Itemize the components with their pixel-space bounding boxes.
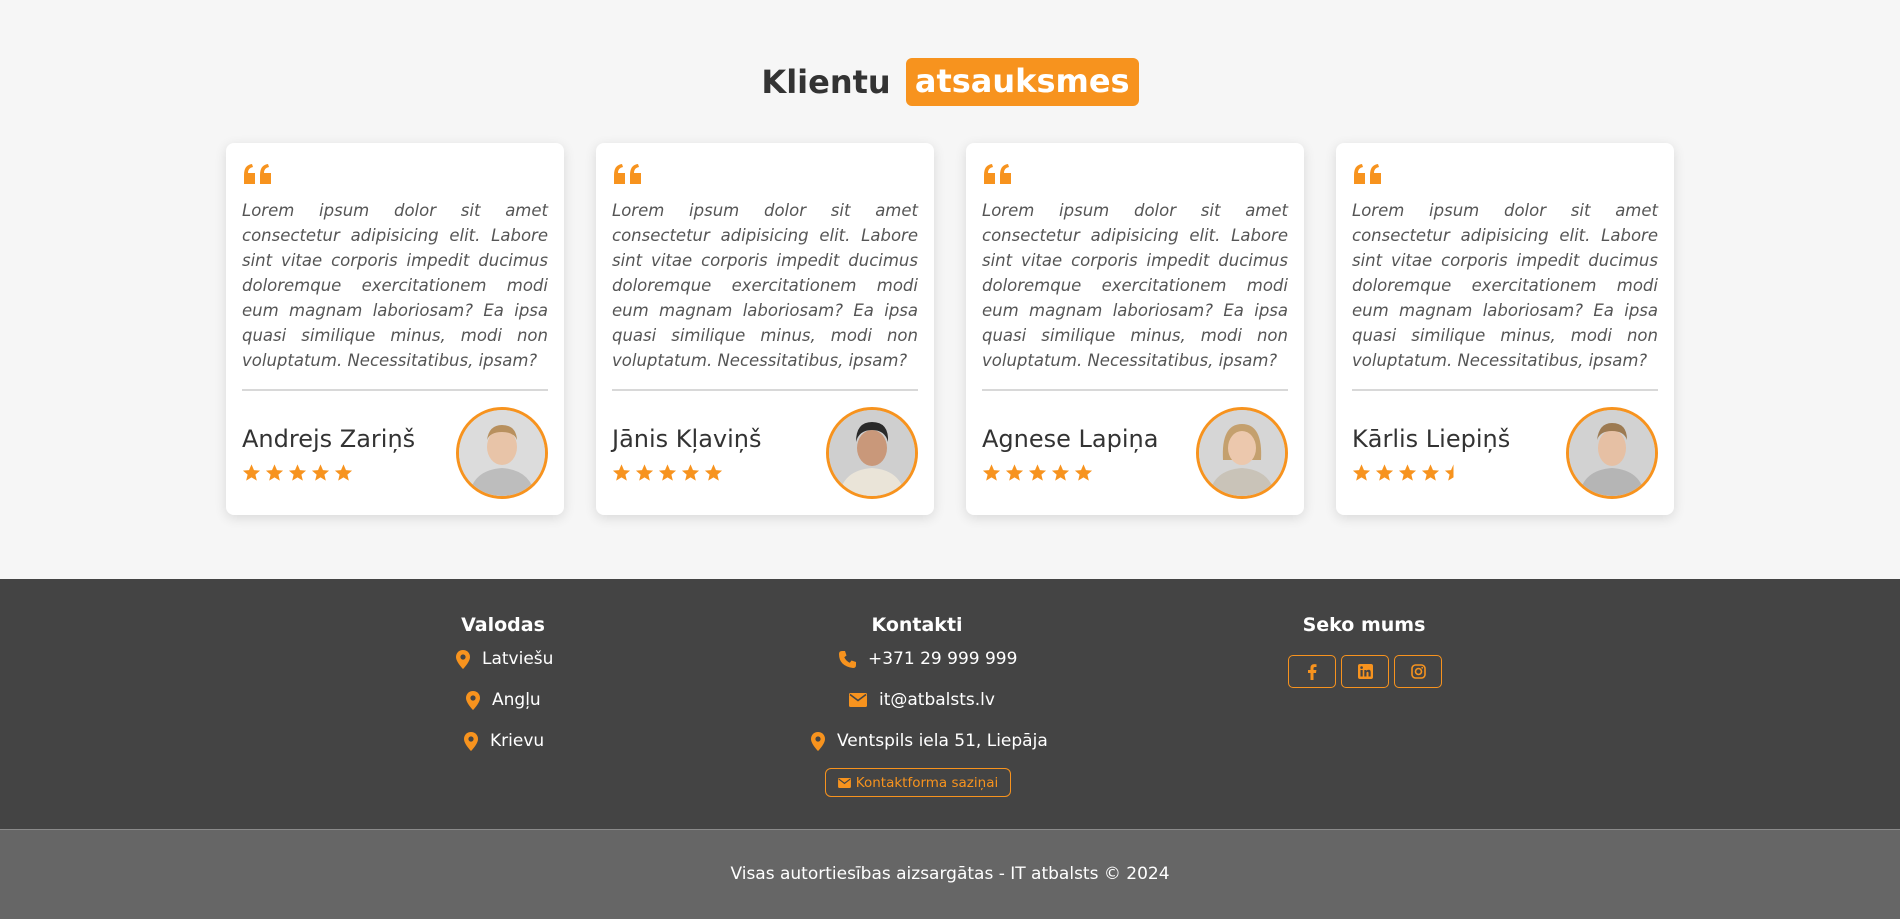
instagram-button[interactable]: [1394, 655, 1442, 688]
testimonial-card: Lorem ipsum dolor sit amet consectetur a…: [596, 143, 934, 515]
testimonials-section: Klientu atsauksmes Lorem ipsum dolor sit…: [0, 0, 1900, 579]
instagram-icon: [1410, 664, 1426, 679]
quote-icon: [614, 164, 641, 184]
star-full-icon: [334, 464, 353, 481]
star-full-icon: [658, 464, 677, 481]
star-half-icon: [1444, 464, 1454, 481]
star-full-icon: [1051, 464, 1070, 481]
star-full-icon: [265, 464, 284, 481]
testimonial-card: Lorem ipsum dolor sit amet consectetur a…: [1336, 143, 1674, 515]
language-item-latviesu[interactable]: Latviešu: [456, 649, 553, 669]
star-full-icon: [1074, 464, 1093, 481]
copyright-text: Visas autortiesības aizsargātas - IT atb…: [730, 864, 1170, 884]
star-full-icon: [635, 464, 654, 481]
star-full-icon: [681, 464, 700, 481]
star-full-icon: [1352, 464, 1371, 481]
contacts-title: Kontakti: [871, 614, 963, 636]
phone-icon: [839, 650, 856, 668]
card-divider: [982, 389, 1288, 391]
rating-stars: [982, 463, 1093, 482]
location-pin-icon: [456, 649, 470, 669]
testimonial-author: Kārlis Liepiņš: [1352, 425, 1511, 453]
star-full-icon: [1375, 464, 1394, 481]
contact-phone[interactable]: +371 29 999 999: [839, 649, 1017, 669]
quote-icon: [244, 164, 271, 184]
facebook-icon: [1308, 663, 1317, 680]
envelope-icon: [837, 777, 851, 788]
quote-icon: [1354, 164, 1381, 184]
avatar: [1566, 407, 1658, 499]
linkedin-button[interactable]: [1341, 655, 1389, 688]
star-full-icon: [311, 464, 330, 481]
language-label: Latviešu: [482, 649, 554, 669]
card-divider: [242, 389, 548, 391]
star-full-icon: [1398, 464, 1417, 481]
linkedin-icon: [1357, 664, 1373, 679]
language-label: Angļu: [492, 690, 541, 710]
languages-title: Valodas: [461, 614, 545, 636]
section-title: Klientu atsauksmes: [0, 58, 1900, 106]
testimonial-quote: Lorem ipsum dolor sit amet consectetur a…: [982, 201, 1288, 370]
rating-stars: [242, 463, 353, 482]
rating-stars: [1352, 463, 1463, 482]
testimonial-quote: Lorem ipsum dolor sit amet consectetur a…: [1352, 201, 1658, 370]
testimonial-quote: Lorem ipsum dolor sit amet consectetur a…: [612, 201, 918, 370]
star-full-icon: [612, 464, 631, 481]
testimonial-card: Lorem ipsum dolor sit amet consectetur a…: [226, 143, 564, 515]
location-pin-icon: [466, 690, 480, 710]
avatar: [456, 407, 548, 499]
address-text: Ventspils iela 51, Liepāja: [837, 731, 1048, 751]
star-full-icon: [1028, 464, 1047, 481]
facebook-button[interactable]: [1288, 655, 1336, 688]
testimonial-author: Andrejs Zariņš: [242, 425, 416, 453]
testimonial-author: Jānis Kļaviņš: [612, 425, 762, 453]
star-full-icon: [288, 464, 307, 481]
section-title-highlight: atsauksmes: [905, 58, 1139, 106]
quote-icon: [984, 164, 1011, 184]
follow-title: Seko mums: [1302, 614, 1426, 636]
star-full-icon: [1421, 464, 1440, 481]
contact-email[interactable]: it@atbalsts.lv: [849, 690, 995, 710]
card-divider: [1352, 389, 1658, 391]
footer: Valodas Latviešu Angļu Krievu Kontakti +…: [0, 579, 1900, 829]
card-divider: [612, 389, 918, 391]
testimonial-cards: Lorem ipsum dolor sit amet consectetur a…: [226, 143, 1674, 515]
language-item-krievu[interactable]: Krievu: [464, 731, 544, 751]
star-full-icon: [704, 464, 723, 481]
testimonial-author: Agnese Lapiņa: [982, 425, 1159, 453]
avatar: [1196, 407, 1288, 499]
contact-address: Ventspils iela 51, Liepāja: [811, 731, 1048, 751]
location-pin-icon: [811, 731, 825, 751]
star-full-icon: [242, 464, 261, 481]
testimonial-card: Lorem ipsum dolor sit amet consectetur a…: [966, 143, 1304, 515]
contact-form-label: Kontaktforma saziņai: [855, 774, 999, 791]
envelope-icon: [849, 693, 867, 707]
testimonial-quote: Lorem ipsum dolor sit amet consectetur a…: [242, 201, 548, 370]
avatar: [826, 407, 918, 499]
rating-stars: [612, 463, 723, 482]
language-label: Krievu: [490, 731, 545, 751]
star-full-icon: [982, 464, 1001, 481]
language-item-anglu[interactable]: Angļu: [466, 690, 541, 710]
copyright-bar: Visas autortiesības aizsargātas - IT atb…: [0, 829, 1900, 919]
location-pin-icon: [464, 731, 478, 751]
email-address: it@atbalsts.lv: [879, 690, 995, 710]
star-full-icon: [1005, 464, 1024, 481]
section-title-plain: Klientu: [761, 63, 891, 101]
contact-form-button[interactable]: Kontaktforma saziņai: [825, 768, 1011, 797]
phone-number: +371 29 999 999: [868, 649, 1018, 669]
